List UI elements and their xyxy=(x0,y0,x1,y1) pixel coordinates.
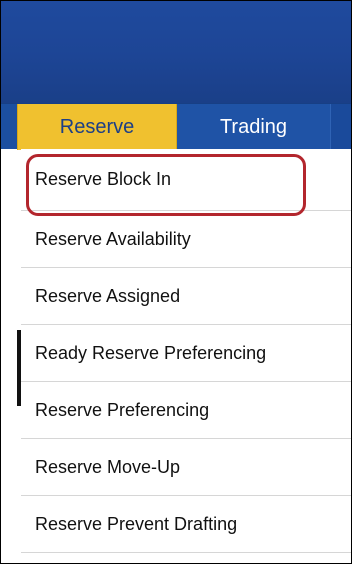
menu-item-label: Reserve Move-Up xyxy=(35,456,181,477)
menu-item-reserve-preferencing[interactable]: Reserve Preferencing xyxy=(21,382,351,439)
menu-item-ready-reserve-preferencing[interactable]: Ready Reserve Preferencing xyxy=(21,325,351,382)
tab-trading[interactable]: Trading xyxy=(177,104,331,150)
tab-trading-label: Trading xyxy=(219,115,288,138)
header-banner xyxy=(1,1,351,103)
menu-item-label: Reserve Prevent Drafting xyxy=(35,513,238,534)
menu-item-reserve-availability[interactable]: Reserve Availability xyxy=(21,211,351,268)
menu-item-label: Reserve Assigned xyxy=(35,285,181,306)
tab-reserve[interactable]: Reserve xyxy=(17,104,177,150)
menu-item-label: Reserve Availability xyxy=(35,228,191,249)
menu-item-reserve-move-up[interactable]: Reserve Move-Up xyxy=(21,439,351,496)
left-margin xyxy=(1,149,17,563)
main-tab-bar: Reserve Trading xyxy=(1,103,351,150)
tab-bar-overflow xyxy=(331,104,351,150)
menu-item-reserve-block-in[interactable]: Reserve Block In xyxy=(21,149,351,211)
menu-item-label: Ready Reserve Preferencing xyxy=(35,342,267,363)
menu-item-label: Reserve Preferencing xyxy=(35,399,210,420)
app-frame: Reserve Trading Reserve Block In Reserve… xyxy=(0,0,352,564)
menu-item-label: Reserve Block In xyxy=(35,169,172,189)
tab-reserve-label: Reserve xyxy=(59,115,135,138)
menu-item-reserve-prevent-drafting[interactable]: Reserve Prevent Drafting xyxy=(21,496,351,553)
reserve-dropdown-menu: Reserve Block In Reserve Availability Re… xyxy=(21,149,351,553)
menu-item-reserve-assigned[interactable]: Reserve Assigned xyxy=(21,268,351,325)
